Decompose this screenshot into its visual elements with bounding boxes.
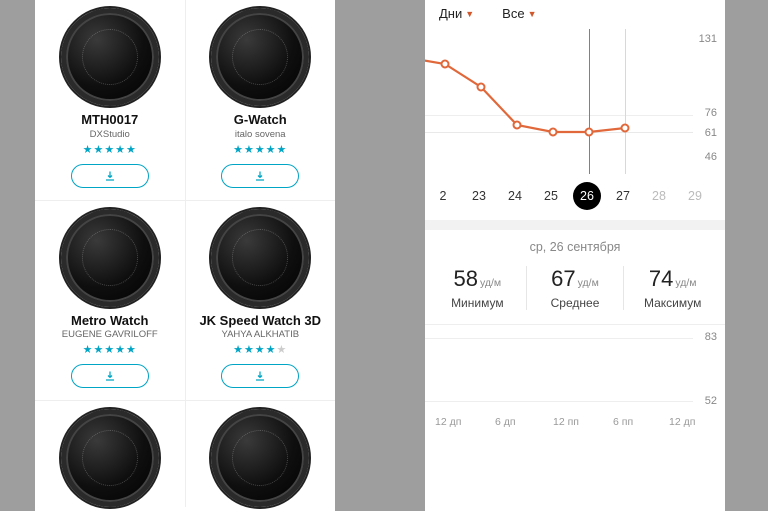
stat-max: 74уд/м Максимум	[623, 266, 721, 310]
rating-stars: ★★★★★	[41, 143, 179, 156]
watchface-card[interactable]	[35, 401, 185, 507]
heart-rate-trend-chart[interactable]: 131 76 61 46	[425, 29, 725, 174]
download-button[interactable]	[221, 164, 299, 188]
watchface-title: Metro Watch	[41, 313, 179, 329]
watchface-thumbnail	[61, 8, 159, 106]
watchface-store-screen: MTH0017 DXStudio ★★★★★ G-Watch italo sov…	[35, 0, 335, 511]
download-button[interactable]	[71, 164, 149, 188]
caret-down-icon: ▼	[465, 9, 474, 19]
date-cell[interactable]: 3	[713, 189, 725, 203]
watchface-author: DXStudio	[41, 129, 179, 140]
x-tick: 6 дп	[495, 416, 516, 428]
stat-unit: уд/м	[578, 277, 599, 289]
grid-line	[425, 338, 693, 339]
y-tick: 131	[699, 33, 717, 45]
date-cell[interactable]: 24	[497, 189, 533, 203]
watchface-title: MTH0017	[41, 112, 179, 128]
period-filter[interactable]: Дни ▼	[439, 6, 474, 21]
stat-avg: 67уд/м Среднее	[526, 266, 624, 310]
download-icon	[254, 170, 266, 182]
download-icon	[104, 370, 116, 382]
scope-label: Все	[502, 6, 524, 21]
watchface-card[interactable]: G-Watch italo sovena ★★★★★	[186, 0, 336, 200]
x-tick: 12 дп	[669, 416, 695, 428]
x-tick: 12 пп	[553, 416, 579, 428]
stat-min: 58уд/м Минимум	[429, 266, 526, 310]
watchface-title: JK Speed Watch 3D	[192, 313, 330, 329]
y-tick: 52	[705, 395, 717, 407]
section-divider	[425, 220, 725, 230]
scope-filter[interactable]: Все ▼	[502, 6, 536, 21]
watchface-thumbnail	[61, 209, 159, 307]
stat-name: Среднее	[527, 296, 624, 310]
watchface-grid: MTH0017 DXStudio ★★★★★ G-Watch italo sov…	[35, 0, 335, 507]
date-cell[interactable]: 27	[605, 189, 641, 203]
stat-name: Максимум	[624, 296, 721, 310]
rating-stars: ★★★★★	[41, 343, 179, 356]
x-tick: 6 пп	[613, 416, 633, 428]
filter-bar: Дни ▼ Все ▼	[425, 0, 725, 23]
stat-value: 58	[454, 266, 478, 291]
watchface-thumbnail	[211, 209, 309, 307]
date-cell[interactable]: 25	[533, 189, 569, 203]
watchface-card[interactable]	[186, 401, 336, 507]
y-tick: 83	[705, 331, 717, 343]
y-tick: 46	[705, 151, 717, 163]
watchface-author: EUGENE GAVRILOFF	[41, 329, 179, 340]
download-button[interactable]	[71, 364, 149, 388]
watchface-card[interactable]: Metro Watch EUGENE GAVRILOFF ★★★★★	[35, 201, 185, 401]
watchface-card[interactable]: MTH0017 DXStudio ★★★★★	[35, 0, 185, 200]
stat-name: Минимум	[429, 296, 526, 310]
stat-value: 67	[551, 266, 575, 291]
date-cell[interactable]: 29	[677, 189, 713, 203]
period-label: Дни	[439, 6, 462, 21]
stats-row: 58уд/м Минимум 67уд/м Среднее 74уд/м Мак…	[425, 258, 725, 324]
stat-unit: уд/м	[675, 277, 696, 289]
stat-unit: уд/м	[480, 277, 501, 289]
download-icon	[104, 170, 116, 182]
date-selector[interactable]: 2 23 24 25 26 27 28 29 3	[425, 174, 725, 220]
selected-date-label: ср, 26 сентября	[425, 230, 725, 258]
x-tick: 12 дп	[435, 416, 461, 428]
watchface-title: G-Watch	[192, 112, 330, 128]
stat-value: 74	[649, 266, 673, 291]
watchface-thumbnail	[211, 8, 309, 106]
download-icon	[254, 370, 266, 382]
date-cell[interactable]: 2	[425, 189, 461, 203]
intraday-chart[interactable]: 83 52 12 дп 6 дп 12 пп 6 пп 12 дп	[425, 324, 725, 432]
watchface-author: italo sovena	[192, 129, 330, 140]
download-button[interactable]	[221, 364, 299, 388]
watchface-card[interactable]: JK Speed Watch 3D YAHYA ALKHATIB ★★★★★	[186, 201, 336, 401]
grid-line	[425, 401, 693, 402]
watchface-thumbnail	[211, 409, 309, 507]
watchface-thumbnail	[61, 409, 159, 507]
trend-line	[425, 29, 693, 174]
date-cell[interactable]: 23	[461, 189, 497, 203]
y-tick: 61	[705, 127, 717, 139]
date-cell-selected[interactable]: 26	[569, 182, 605, 210]
date-cell[interactable]: 28	[641, 189, 677, 203]
y-tick: 76	[705, 107, 717, 119]
heart-rate-screen: Дни ▼ Все ▼ 131 76 61 46 2 23 24 25 26	[425, 0, 725, 511]
watchface-author: YAHYA ALKHATIB	[192, 329, 330, 340]
rating-stars: ★★★★★	[192, 143, 330, 156]
rating-stars: ★★★★★	[192, 343, 330, 356]
caret-down-icon: ▼	[528, 9, 537, 19]
